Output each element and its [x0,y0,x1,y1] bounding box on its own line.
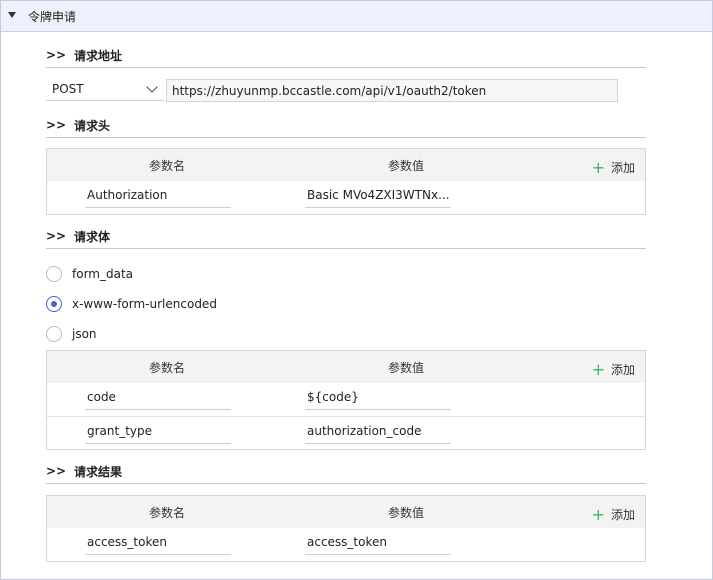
column-header-name: 参数名 [149,159,186,173]
request-url-row: POST [46,78,626,102]
table-row: grant_type authorization_code [47,416,645,449]
section-title-label: 请求头 [74,119,111,133]
param-name-field[interactable]: grant_type [85,424,231,444]
radio-label: form_data [72,267,134,281]
table-header: 参数名 参数值 + 添加 [47,351,645,383]
radio-label: x-www-form-urlencoded [72,297,217,311]
body-params-table: 参数名 参数值 + 添加 code ${code} grant_type auth… [46,350,646,450]
add-header-button[interactable]: + 添加 [591,157,635,177]
plus-icon: + [591,360,605,379]
add-result-param-button[interactable]: + 添加 [591,504,635,524]
column-header-value: 参数值 [388,506,425,520]
add-label: 添加 [610,161,635,175]
table-row: code ${code} [47,383,645,416]
radio-label: json [72,327,97,341]
section-arrows-icon: >> [46,229,67,243]
param-value-field[interactable]: access_token [305,535,451,555]
param-value-field[interactable]: authorization_code [305,424,451,444]
table-header: 参数名 参数值 + 添加 [47,149,645,181]
chevron-down-icon[interactable] [146,81,158,93]
section-title-label: 请求结果 [74,465,123,479]
section-request-body: >> 请求体 [46,227,646,249]
table-row: access_token access_token [47,528,645,561]
add-label: 添加 [610,508,635,522]
radio-button[interactable] [46,266,62,282]
method-select[interactable]: POST [46,78,164,101]
radio-button[interactable] [46,296,62,312]
method-select-value: POST [52,82,84,96]
section-arrows-icon: >> [46,464,67,478]
section-request-headers: >> 请求头 [46,116,646,138]
param-name-field[interactable]: Authorization [85,188,231,208]
token-request-panel: 令牌申请 >> 请求地址 POST >> 请求头 参数名 参数值 + 添加 Aut… [0,0,713,580]
url-input[interactable] [166,79,618,102]
plus-icon: + [591,158,605,177]
section-title-label: 请求地址 [74,49,123,63]
radio-button[interactable] [46,326,62,342]
result-params-table: 参数名 参数值 + 添加 access_token access_token [46,495,646,562]
panel-title: 令牌申请 [28,10,77,24]
add-body-param-button[interactable]: + 添加 [591,359,635,379]
plus-icon: + [591,505,605,524]
param-value-field[interactable]: ${code} [305,390,451,410]
section-title-label: 请求体 [74,230,111,244]
column-header-name: 参数名 [149,506,186,520]
collapse-caret-icon[interactable] [8,12,16,18]
param-name-field[interactable]: code [85,390,231,410]
section-arrows-icon: >> [46,48,67,62]
column-header-value: 参数值 [388,159,425,173]
section-request-address: >> 请求地址 [46,46,646,68]
table-row: Authorization Basic MVo4ZXI3WTNx... [47,181,645,214]
section-arrows-icon: >> [46,118,67,132]
column-header-value: 参数值 [388,361,425,375]
panel-header[interactable]: 令牌申请 [1,1,712,32]
section-request-result: >> 请求结果 [46,462,646,484]
param-name-field[interactable]: access_token [85,535,231,555]
column-header-name: 参数名 [149,361,186,375]
add-label: 添加 [610,363,635,377]
param-value-field[interactable]: Basic MVo4ZXI3WTNx... [305,188,451,208]
headers-table: 参数名 参数值 + 添加 Authorization Basic MVo4ZXI3… [46,148,646,215]
table-header: 参数名 参数值 + 添加 [47,496,645,528]
